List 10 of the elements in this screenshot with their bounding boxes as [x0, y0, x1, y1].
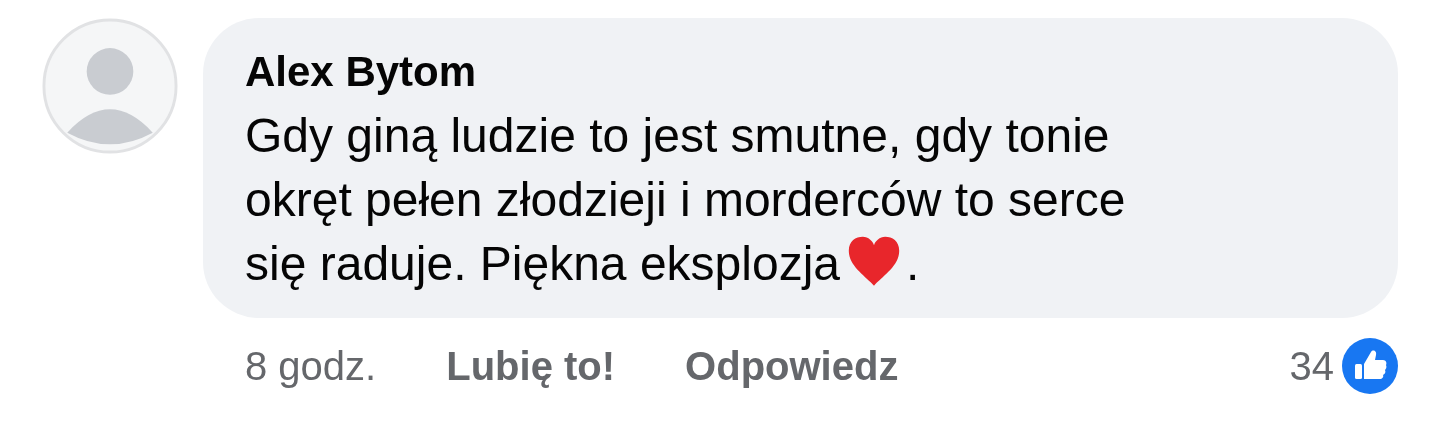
comment-line: okręt pełen złodzieji i morderców to serce: [245, 173, 1126, 226]
reaction-count[interactable]: 34: [1289, 343, 1334, 389]
punctuation: .: [906, 237, 920, 290]
author-name[interactable]: Alex Bytom: [245, 44, 1358, 100]
timestamp: 8 godz.: [245, 343, 377, 389]
action-link[interactable]: Odpowiedz: [685, 343, 899, 389]
comment-line: się raduje. Piękna eksplozja: [245, 237, 840, 290]
comment-line: Gdy giną ludzie to jest smutne, gdy tonie: [245, 109, 1110, 162]
action-link[interactable]: Lubię to!: [446, 343, 616, 389]
like-icon[interactable]: [1342, 338, 1398, 394]
